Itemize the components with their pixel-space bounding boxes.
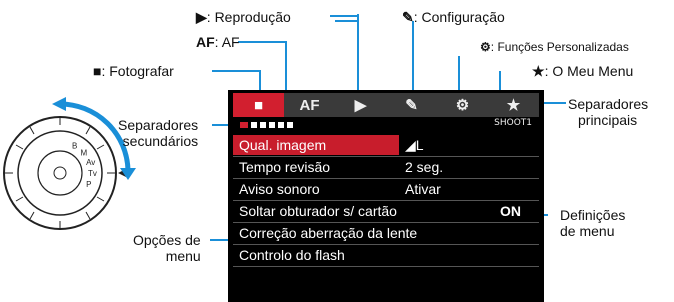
star-icon: ★ bbox=[532, 63, 545, 79]
secondary-tabs bbox=[240, 122, 293, 128]
menu-item[interactable]: Tempo revisão 2 seg. bbox=[233, 157, 539, 177]
menu-item-label: Soltar obturador s/ cartão bbox=[239, 203, 397, 219]
callout-definicoes-menu: Definições de menu bbox=[560, 207, 626, 239]
tab-play[interactable]: ▶ bbox=[335, 93, 386, 117]
custom-functions-icon: ⚙ bbox=[480, 40, 491, 54]
menu-item[interactable]: Controlo do flash bbox=[233, 245, 539, 265]
menu-item-label: Aviso sonoro bbox=[239, 181, 320, 197]
tab-custom-functions[interactable]: ⚙ bbox=[437, 93, 488, 117]
tab-camera[interactable]: ■ bbox=[233, 93, 284, 117]
callout-meu-menu: ★: O Meu Menu bbox=[532, 63, 634, 79]
wrench-icon: ✎ bbox=[402, 9, 414, 25]
subtab-2[interactable] bbox=[251, 122, 257, 128]
camera-lcd-screen: ■ AF ▶ ✎ ⚙ ★ SHOOT1 Qual. imagem ◢L Tempo revis… bbox=[228, 90, 544, 302]
tab-wrench[interactable]: ✎ bbox=[386, 93, 437, 117]
callout-opcoes-menu: Opções de menu bbox=[133, 232, 201, 264]
callout-fotografar: ■: Fotografar bbox=[93, 63, 174, 79]
subtab-4[interactable] bbox=[269, 122, 275, 128]
menu-item-value: ◢L bbox=[405, 137, 424, 153]
row-divider bbox=[233, 266, 539, 267]
callout-af: AF: AF bbox=[196, 34, 240, 50]
menu-item-value: ON bbox=[500, 203, 521, 219]
menu-item[interactable]: Soltar obturador s/ cartão ON bbox=[233, 201, 539, 221]
menu-item-value: 2 seg. bbox=[405, 159, 444, 175]
subtab-3[interactable] bbox=[260, 122, 266, 128]
callout-separadores-principais: Separadores principais bbox=[568, 96, 649, 128]
main-tabs: ■ AF ▶ ✎ ⚙ ★ bbox=[233, 93, 539, 117]
callout-separadores-secundarios: Separadores secundários bbox=[118, 117, 199, 149]
menu-item-label: Tempo revisão bbox=[239, 159, 331, 175]
menu-item[interactable]: Correção aberração da lente bbox=[233, 223, 539, 243]
camera-menu-diagram: B M Av Tv P ■: Fotografar AF: AF ▶: Repr… bbox=[0, 0, 674, 302]
menu-item-value: Ativar bbox=[405, 181, 441, 197]
tab-star[interactable]: ★ bbox=[488, 93, 539, 117]
tab-af[interactable]: AF bbox=[284, 93, 335, 117]
callout-configuracao: ✎: Configuração bbox=[402, 9, 505, 25]
callout-reproducao: ▶: Reprodução bbox=[196, 9, 291, 25]
menu-item[interactable]: Aviso sonoro Ativar bbox=[233, 179, 539, 199]
subtab-6[interactable] bbox=[287, 122, 293, 128]
callout-funcoes-personalizadas: ⚙: Funções Personalizadas bbox=[480, 40, 629, 54]
menu-item-label: Correção aberração da lente bbox=[239, 225, 418, 241]
menu-item-label: Controlo do flash bbox=[239, 247, 345, 263]
subtab-1[interactable] bbox=[240, 122, 248, 128]
menu-item-label: Qual. imagem bbox=[239, 137, 327, 153]
menu-item[interactable]: Qual. imagem ◢L bbox=[233, 135, 539, 155]
page-id: SHOOT1 bbox=[494, 118, 532, 128]
subtab-5[interactable] bbox=[278, 122, 284, 128]
play-icon: ▶ bbox=[196, 9, 207, 25]
